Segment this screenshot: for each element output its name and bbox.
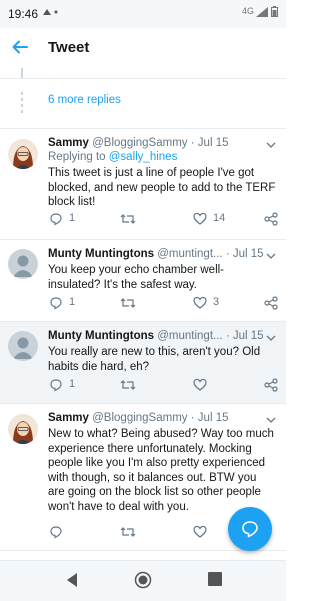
tweet-date[interactable]: Jul 15 <box>233 330 264 342</box>
avatar[interactable] <box>8 139 38 169</box>
compose-reply-button[interactable] <box>228 507 272 551</box>
tweet[interactable]: Sammy @BloggingSammy · Jul 15 Replying t… <box>0 129 286 240</box>
retweet-button[interactable] <box>120 525 136 539</box>
share-icon <box>264 212 278 226</box>
handle: @BloggingSammy <box>92 412 188 424</box>
chevron-down-icon[interactable] <box>266 415 276 425</box>
reply-icon <box>50 213 62 226</box>
nav-home-icon[interactable] <box>134 571 152 589</box>
tweet-text: This tweet is just a line of people I've… <box>48 167 276 209</box>
display-name[interactable]: Sammy <box>48 137 89 149</box>
retweet-button[interactable] <box>120 296 136 310</box>
separator: · <box>190 137 195 149</box>
reply-count: 1 <box>69 212 76 224</box>
tweet-text: You really are new to this, aren't you? … <box>48 346 261 373</box>
signal-icon <box>256 6 269 17</box>
share-icon <box>264 378 278 392</box>
like-icon <box>193 296 207 309</box>
share-icon <box>264 296 278 310</box>
reply-count: 1 <box>69 378 76 390</box>
reply-icon <box>50 297 62 310</box>
handle: @muntingt... <box>157 330 223 342</box>
tweet-header: Munty Muntingtons @muntingt... · Jul 15 <box>48 248 264 260</box>
avatar[interactable] <box>8 331 38 361</box>
avatar[interactable] <box>8 249 38 279</box>
like-icon <box>193 525 207 538</box>
chevron-down-icon[interactable] <box>266 140 276 150</box>
system-icons: 4G <box>241 6 278 18</box>
display-name[interactable]: Munty Muntingtons <box>48 330 154 342</box>
tweet-date[interactable]: Jul 15 <box>198 412 229 424</box>
tweet[interactable]: Munty Muntingtons @muntingt... · Jul 15 … <box>0 322 286 404</box>
replying-to-handle[interactable]: @sally_hines <box>109 151 178 163</box>
reply-icon <box>50 526 62 539</box>
notification-icon <box>43 9 58 15</box>
replying-to: Replying to @sally_hines <box>48 151 177 163</box>
chevron-down-icon[interactable] <box>266 333 276 343</box>
status-bar: 19:46 4G <box>0 0 286 28</box>
tweet[interactable]: Munty Muntingtons @muntingt... · Jul 15 … <box>0 240 286 322</box>
battery-icon <box>271 6 278 18</box>
back-arrow-icon[interactable] <box>10 37 30 57</box>
compose-reply-icon <box>242 521 258 538</box>
app-bar: Tweet <box>0 28 286 68</box>
tweet-header: Munty Muntingtons @muntingt... · Jul 15 <box>48 330 264 342</box>
replying-to-label: Replying to <box>48 151 106 163</box>
like-button[interactable] <box>193 378 207 392</box>
network-type: 4G <box>241 6 254 16</box>
reply-button[interactable] <box>49 525 63 539</box>
thread-dots <box>21 92 23 114</box>
separator: · <box>190 412 195 424</box>
tweet-header: Sammy @BloggingSammy · Jul 15 <box>48 412 264 424</box>
share-button[interactable] <box>264 378 278 392</box>
more-replies-row[interactable]: 6 more replies <box>0 78 286 129</box>
tweet-text: New to what? Being abused? Way too much … <box>48 428 274 513</box>
like-icon <box>193 212 207 225</box>
thread-list[interactable]: 6 more replies Sammy @BloggingSammy · Ju… <box>0 68 286 560</box>
reply-icon <box>50 379 62 392</box>
avatar[interactable] <box>8 414 38 444</box>
tweet-date[interactable]: Jul 15 <box>198 137 229 149</box>
display-name[interactable]: Munty Muntingtons <box>48 248 154 260</box>
thread-line <box>21 68 23 78</box>
retweet-button[interactable] <box>120 378 136 392</box>
retweet-icon <box>120 380 136 390</box>
nav-recents-icon[interactable] <box>207 571 223 587</box>
handle: @BloggingSammy <box>92 137 188 149</box>
share-button[interactable] <box>264 296 278 310</box>
tweet-text: You keep your echo chamber well-insulate… <box>48 264 225 291</box>
notification-icons <box>42 7 64 20</box>
nav-back-icon[interactable] <box>64 571 80 589</box>
tweet-header: Sammy @BloggingSammy · Jul 15 <box>48 137 264 149</box>
like-button[interactable] <box>193 525 207 539</box>
like-icon <box>193 378 207 391</box>
display-name[interactable]: Sammy <box>48 412 89 424</box>
chevron-down-icon[interactable] <box>266 251 276 261</box>
retweet-icon <box>120 527 136 537</box>
more-replies-link[interactable]: 6 more replies <box>48 94 121 106</box>
share-button[interactable] <box>264 212 278 226</box>
like-count: 14 <box>213 212 226 224</box>
tweet-date[interactable]: Jul 15 <box>233 248 264 260</box>
status-time: 19:46 <box>8 7 39 21</box>
like-count: 3 <box>213 296 220 308</box>
retweet-icon <box>120 298 136 308</box>
retweet-button[interactable] <box>120 212 136 226</box>
separator: · <box>225 248 230 260</box>
retweet-icon <box>120 214 136 224</box>
handle: @muntingt... <box>157 248 223 260</box>
page-title: Tweet <box>48 39 90 56</box>
reply-count: 1 <box>69 296 76 308</box>
separator: · <box>225 330 230 342</box>
system-nav-bar <box>0 560 286 601</box>
